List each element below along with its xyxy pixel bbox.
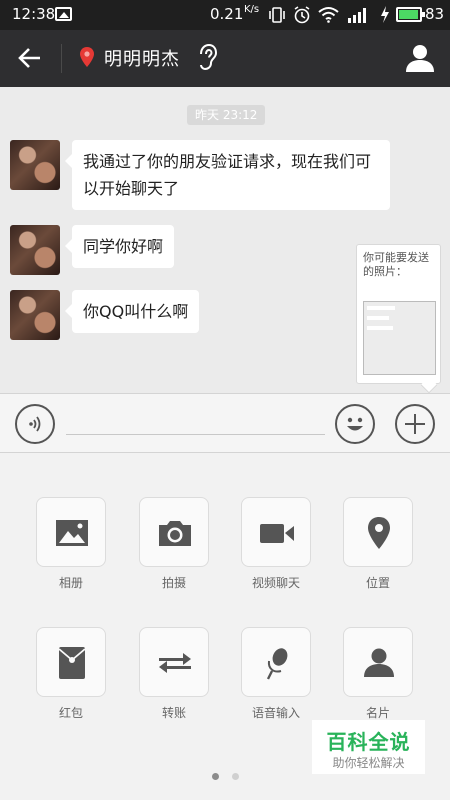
vibrate-icon <box>269 7 285 23</box>
header-divider <box>61 44 62 73</box>
emoji-icon <box>347 417 363 431</box>
more-actions-button[interactable] <box>395 404 435 444</box>
action-camera[interactable] <box>139 497 209 567</box>
location-icon <box>368 517 390 549</box>
chat-header: 明明明杰 <box>0 30 450 87</box>
suggested-photo-thumbnail[interactable] <box>363 301 436 375</box>
status-bar: 12:38 0.21 K/s 83 <box>0 0 450 30</box>
status-time: 12:38 <box>12 5 56 23</box>
contact-profile-icon[interactable] <box>405 43 435 73</box>
action-contact-card-label: 名片 <box>365 706 390 720</box>
contact-avatar[interactable] <box>10 225 60 275</box>
action-transfer-label: 转账 <box>161 706 186 720</box>
contact-avatar[interactable] <box>10 290 60 340</box>
message-timestamp: 昨天 23:12 <box>187 105 266 125</box>
page-dot[interactable] <box>232 773 239 780</box>
action-camera-label: 拍摄 <box>161 576 186 590</box>
action-location[interactable] <box>343 497 413 567</box>
album-icon <box>56 520 88 546</box>
voice-toggle-button[interactable] <box>15 404 55 444</box>
camera-icon <box>159 521 191 546</box>
contact-name[interactable]: 明明明杰 <box>104 45 180 71</box>
battery-icon <box>396 7 425 22</box>
image-icon <box>55 7 72 21</box>
input-bar <box>0 393 450 453</box>
contact-avatar[interactable] <box>10 140 60 190</box>
net-speed-unit: K/s <box>244 4 260 15</box>
back-arrow-icon[interactable] <box>14 42 46 74</box>
action-voice-input[interactable] <box>241 627 311 697</box>
action-location-label: 位置 <box>365 576 390 590</box>
action-video-call[interactable] <box>241 497 311 567</box>
chat-area[interactable]: 昨天 23:12 我通过了你的朋友验证请求，现在我们可以开始聊天了 同学你好啊 … <box>0 87 450 394</box>
action-transfer[interactable] <box>139 627 209 697</box>
transfer-icon <box>159 653 191 673</box>
suggested-photo-label: 你可能要发送的照片： <box>363 251 429 278</box>
action-video-call-label: 视频聊天 <box>251 576 300 590</box>
watermark-subtitle: 助你轻松解决 <box>332 756 405 770</box>
location-pin-icon <box>80 47 94 67</box>
contact-card-icon <box>364 648 394 677</box>
message-bubble[interactable]: 你QQ叫什么啊 <box>64 290 200 333</box>
alarm-icon <box>294 6 310 24</box>
earpiece-icon[interactable] <box>198 44 218 71</box>
action-contact-card[interactable] <box>343 627 413 697</box>
net-speed: 0.21 <box>210 5 244 23</box>
popup-pointer <box>420 376 438 394</box>
action-red-packet[interactable] <box>36 627 106 697</box>
signal-icon <box>348 8 366 23</box>
watermark-title: 百科全说 <box>326 730 411 754</box>
microphone-icon <box>266 648 288 680</box>
voice-icon <box>29 416 41 432</box>
action-red-packet-label: 红包 <box>58 706 83 720</box>
page-dot[interactable] <box>212 773 219 780</box>
watermark: 百科全说 助你轻松解决 <box>312 720 425 774</box>
emoji-button[interactable] <box>335 404 375 444</box>
message-bubble[interactable]: 我通过了你的朋友验证请求，现在我们可以开始聊天了 <box>65 140 390 210</box>
red-packet-icon <box>58 647 86 679</box>
action-album[interactable] <box>36 497 106 567</box>
message-bubble[interactable]: 同学你好啊 <box>64 225 175 268</box>
battery-level: 83 <box>425 5 445 23</box>
wifi-icon <box>318 7 339 23</box>
plus-icon <box>405 414 425 434</box>
message-input[interactable] <box>66 434 325 435</box>
suggested-photo-popup[interactable]: 你可能要发送的照片： <box>356 244 441 394</box>
action-voice-input-label: 语音输入 <box>251 706 300 720</box>
video-call-icon <box>260 524 294 543</box>
charging-icon <box>381 6 389 23</box>
action-album-label: 相册 <box>58 576 83 590</box>
